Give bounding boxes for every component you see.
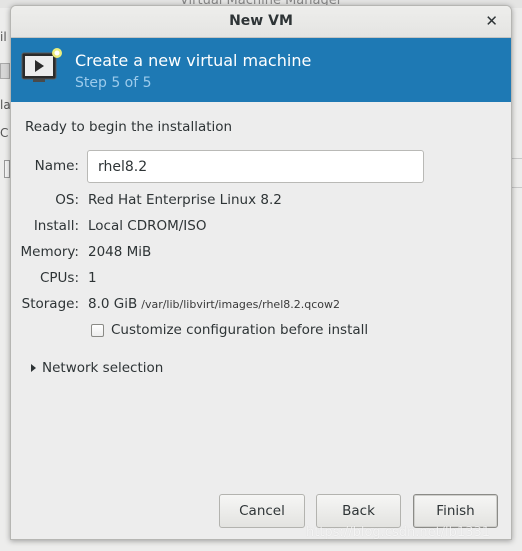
expander-arrow-icon[interactable]: [31, 364, 36, 372]
customize-label[interactable]: Customize configuration before install: [111, 322, 368, 338]
storage-size: 8.0 GiB: [88, 296, 138, 312]
os-label: OS:: [55, 192, 79, 208]
dialog-title: New VM: [229, 13, 293, 29]
os-value: Red Hat Enterprise Linux 8.2: [88, 192, 282, 208]
name-label: Name:: [34, 158, 79, 174]
storage-path: /var/lib/libvirt/images/rhel8.2.qcow2: [141, 298, 340, 311]
banner-step: Step 5 of 5: [75, 75, 152, 91]
banner-title: Create a new virtual machine: [75, 51, 312, 70]
cpus-label: CPUs:: [39, 270, 79, 286]
storage-value: 8.0 GiB/var/lib/libvirt/images/rhel8.2.q…: [88, 296, 340, 312]
customize-checkbox[interactable]: [91, 323, 104, 337]
dialog-titlebar[interactable]: New VM ✕: [11, 6, 511, 38]
back-button[interactable]: Back: [316, 494, 401, 528]
storage-label: Storage:: [21, 296, 79, 312]
install-value: Local CDROM/ISO: [88, 218, 207, 234]
memory-row: Memory: 2048 MiB: [11, 244, 511, 266]
wizard-banner: Create a new virtual machine Step 5 of 5: [11, 38, 511, 102]
monitor-icon: [21, 48, 62, 82]
os-row: OS: Red Hat Enterprise Linux 8.2: [11, 192, 511, 214]
ready-text: Ready to begin the installation: [25, 119, 233, 135]
storage-row: Storage: 8.0 GiB/var/lib/libvirt/images/…: [11, 296, 511, 318]
new-vm-dialog: New VM ✕ Create a new virtual machine St…: [10, 5, 512, 540]
finish-button[interactable]: Finish: [413, 494, 498, 528]
cancel-button[interactable]: Cancel: [219, 494, 305, 528]
memory-value: 2048 MiB: [88, 244, 152, 260]
watermark: https://blog.csdn.net/lb1331: [306, 525, 491, 540]
cpus-row: CPUs: 1: [11, 270, 511, 292]
background-text-snippet: il: [0, 30, 7, 44]
name-input[interactable]: [87, 150, 424, 183]
customize-checkbox-row[interactable]: Customize configuration before install: [91, 322, 368, 338]
install-row: Install: Local CDROM/ISO: [11, 218, 511, 240]
close-icon[interactable]: ✕: [485, 12, 498, 30]
memory-label: Memory:: [20, 244, 79, 260]
network-selection-label[interactable]: Network selection: [42, 360, 163, 376]
install-label: Install:: [33, 218, 79, 234]
network-selection-expander[interactable]: Network selection: [31, 360, 163, 376]
background-toolbar-button: [0, 63, 10, 79]
wizard-content: Ready to begin the installation Name: OS…: [11, 102, 511, 539]
background-text-snippet: C: [0, 126, 9, 140]
cpus-value: 1: [88, 270, 97, 286]
